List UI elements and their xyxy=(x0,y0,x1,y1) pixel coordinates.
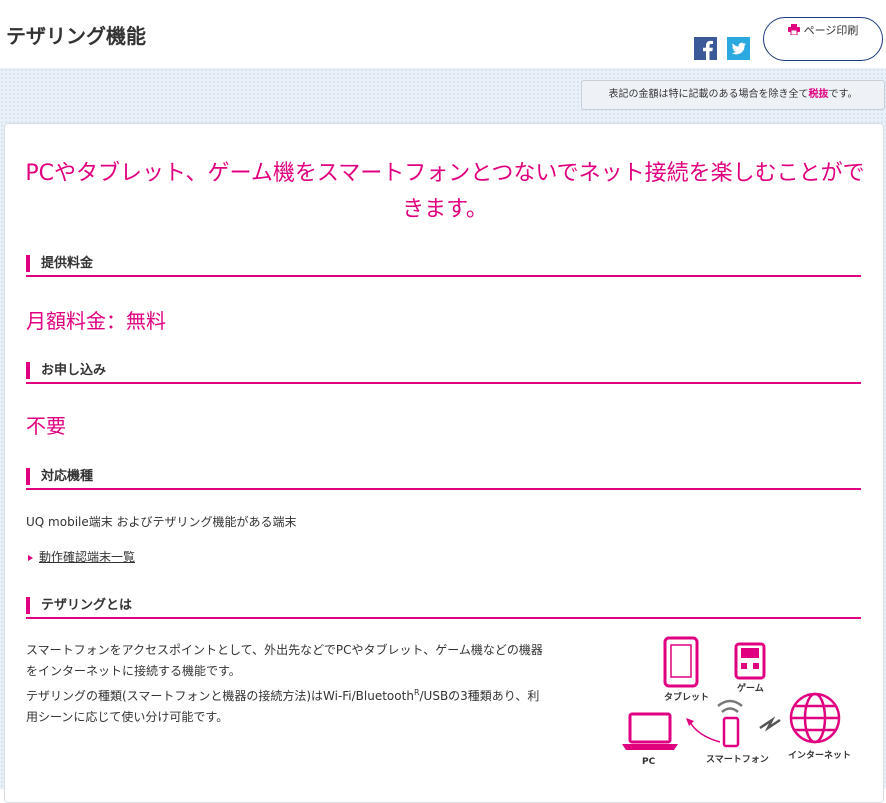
smartphone-icon xyxy=(722,716,740,748)
game-console-icon xyxy=(734,642,766,680)
section-heading-devices: 対応機種 xyxy=(26,468,861,490)
lead-headline: PCやタブレット、ゲーム機をスマートフォンとつないでネット接続を楽しむことができ… xyxy=(25,161,865,222)
laptop-icon xyxy=(622,712,678,750)
about-line: をインターネットに接続する機能です。 xyxy=(26,664,241,678)
about-text: テザリングの種類(スマートフォンと機器の接続方法)はWi-Fi/Bluetoot… xyxy=(26,689,414,703)
section-marker xyxy=(26,468,30,485)
page-header: テザリング機能 ページ印刷 xyxy=(0,0,886,68)
section-label: テザリングとは xyxy=(41,598,133,613)
globe-icon xyxy=(789,692,841,744)
devices-text: UQ mobile端末 およびテザリング機能がある端末 xyxy=(26,515,297,529)
section-marker xyxy=(26,255,30,272)
smartphone-label: スマートフォン xyxy=(706,754,769,765)
pc-label: PC xyxy=(642,757,656,767)
internet-label: インターネット xyxy=(788,749,851,761)
section-marker xyxy=(26,362,30,379)
tax-note-highlight: 税抜 xyxy=(808,89,829,100)
twitter-icon[interactable] xyxy=(727,37,750,60)
print-page-button[interactable]: ページ印刷 xyxy=(763,17,883,61)
section-marker xyxy=(26,597,30,614)
about-line: テザリングの種類(スマートフォンと機器の接続方法)はWi-Fi/Bluetoot… xyxy=(26,682,596,707)
printer-icon xyxy=(787,23,800,40)
tethering-illustration: タブレット ゲーム PC スマートフォン インターネット xyxy=(620,636,860,776)
section-label: 対応機種 xyxy=(41,469,94,484)
print-label: ページ印刷 xyxy=(803,24,859,37)
section-heading-apply: お申し込み xyxy=(26,362,861,384)
tablet-icon xyxy=(663,636,699,688)
facebook-icon[interactable] xyxy=(694,37,717,60)
triangle-arrow-icon xyxy=(28,554,33,561)
wifi-icon xyxy=(717,699,743,713)
tablet-label: タブレット xyxy=(664,691,709,703)
apply-value: 不要 xyxy=(26,414,66,438)
tax-note: 表記の金額は特に記載のある場合を除き全て税抜です。 xyxy=(581,80,885,110)
price-value: 月額料金：無料 xyxy=(26,309,166,333)
device-list-link[interactable]: 動作確認端末一覧 xyxy=(28,548,135,565)
section-label: お申し込み xyxy=(41,363,107,378)
section-heading-price: 提供料金 xyxy=(26,255,861,277)
game-label: ゲーム xyxy=(737,682,764,694)
page-title: テザリング機能 xyxy=(6,24,146,48)
about-paragraph: スマートフォンをアクセスポイントとして、外出先などでPCやタブレット、ゲーム機な… xyxy=(26,640,596,728)
about-text: /USBの3種類あり、利 xyxy=(419,689,540,703)
tax-note-suffix: です。 xyxy=(828,89,858,100)
section-heading-about: テザリングとは xyxy=(26,597,861,619)
section-label: 提供料金 xyxy=(41,256,94,271)
signal-icon xyxy=(759,716,781,732)
about-line: 用シーンに応じて使い分け可能です。 xyxy=(26,710,229,724)
device-list-link-text[interactable]: 動作確認端末一覧 xyxy=(39,550,135,564)
connection-arrow-icon xyxy=(689,721,721,743)
tax-note-text: 表記の金額は特に記載のある場合を除き全て xyxy=(608,89,809,100)
about-line: スマートフォンをアクセスポイントとして、外出先などでPCやタブレット、ゲーム機な… xyxy=(26,643,543,657)
